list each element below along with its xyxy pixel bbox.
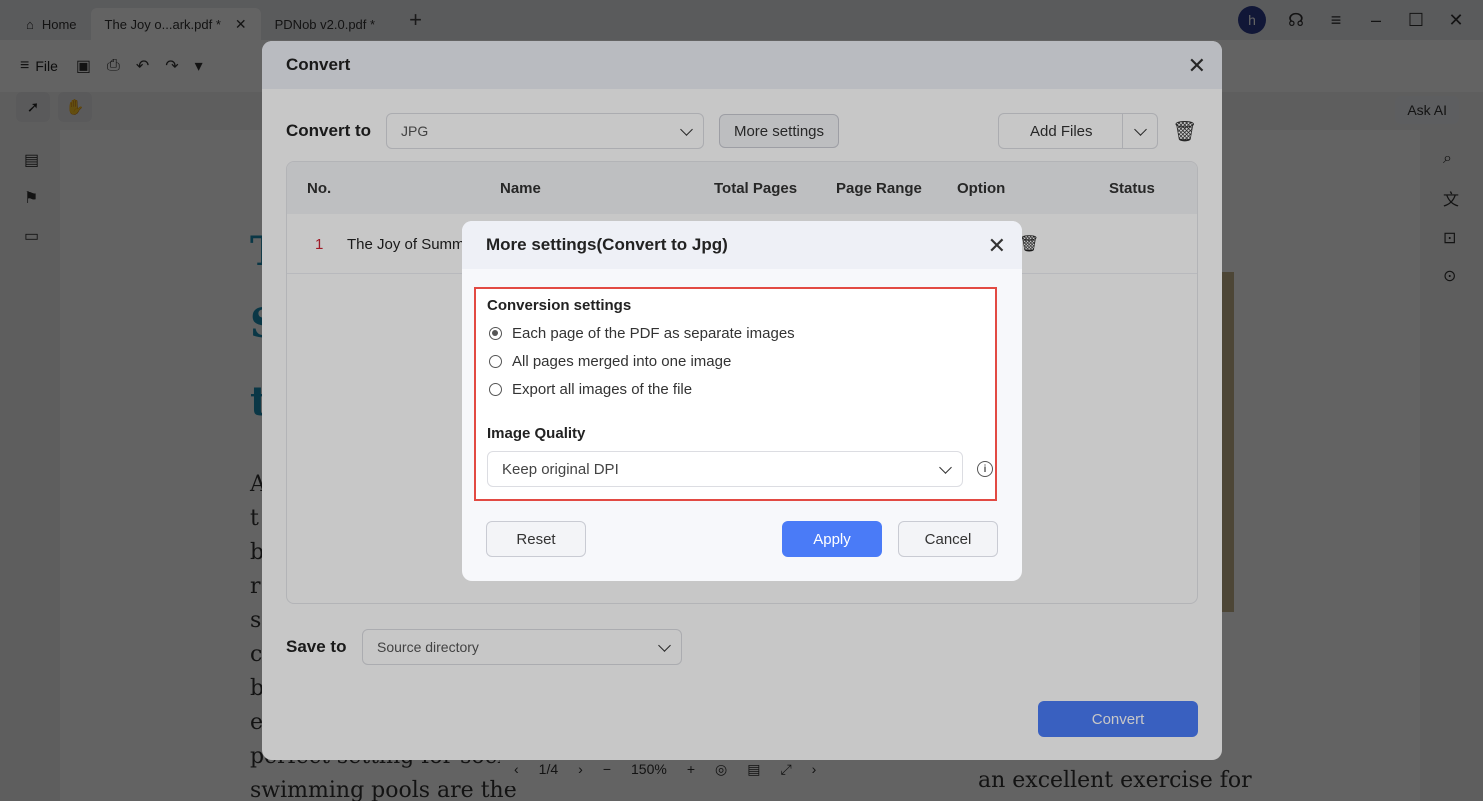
radio-label: Each page of the PDF as separate images (512, 325, 795, 342)
radio-label: All pages merged into one image (512, 353, 732, 370)
apply-label: Apply (813, 530, 851, 548)
radio-label: Export all images of the file (512, 381, 693, 398)
image-quality-value: Keep original DPI (502, 460, 619, 478)
settings-highlight-box: Conversion settings Each page of the PDF… (474, 287, 997, 501)
image-quality-title: Image Quality (487, 425, 586, 442)
radio-separate-images[interactable]: Each page of the PDF as separate images (489, 325, 795, 342)
reset-button[interactable]: Reset (486, 521, 586, 557)
cancel-button[interactable]: Cancel (898, 521, 998, 557)
chevron-down-icon (939, 461, 952, 474)
radio-button[interactable] (489, 327, 502, 340)
radio-merged-image[interactable]: All pages merged into one image (489, 353, 731, 370)
reset-label: Reset (516, 530, 556, 548)
close-icon[interactable]: ✕ (988, 233, 1006, 259)
more-settings-dialog: More settings(Convert to Jpg) ✕ Conversi… (462, 221, 1022, 581)
apply-button[interactable]: Apply (782, 521, 882, 557)
more-settings-title: More settings(Convert to Jpg) (462, 221, 1022, 269)
image-quality-select[interactable]: Keep original DPI (487, 451, 963, 487)
radio-button[interactable] (489, 383, 502, 396)
info-icon[interactable]: i (977, 461, 993, 477)
radio-button[interactable] (489, 355, 502, 368)
conversion-settings-title: Conversion settings (487, 297, 632, 314)
radio-export-images[interactable]: Export all images of the file (489, 381, 692, 398)
cancel-label: Cancel (924, 530, 972, 548)
